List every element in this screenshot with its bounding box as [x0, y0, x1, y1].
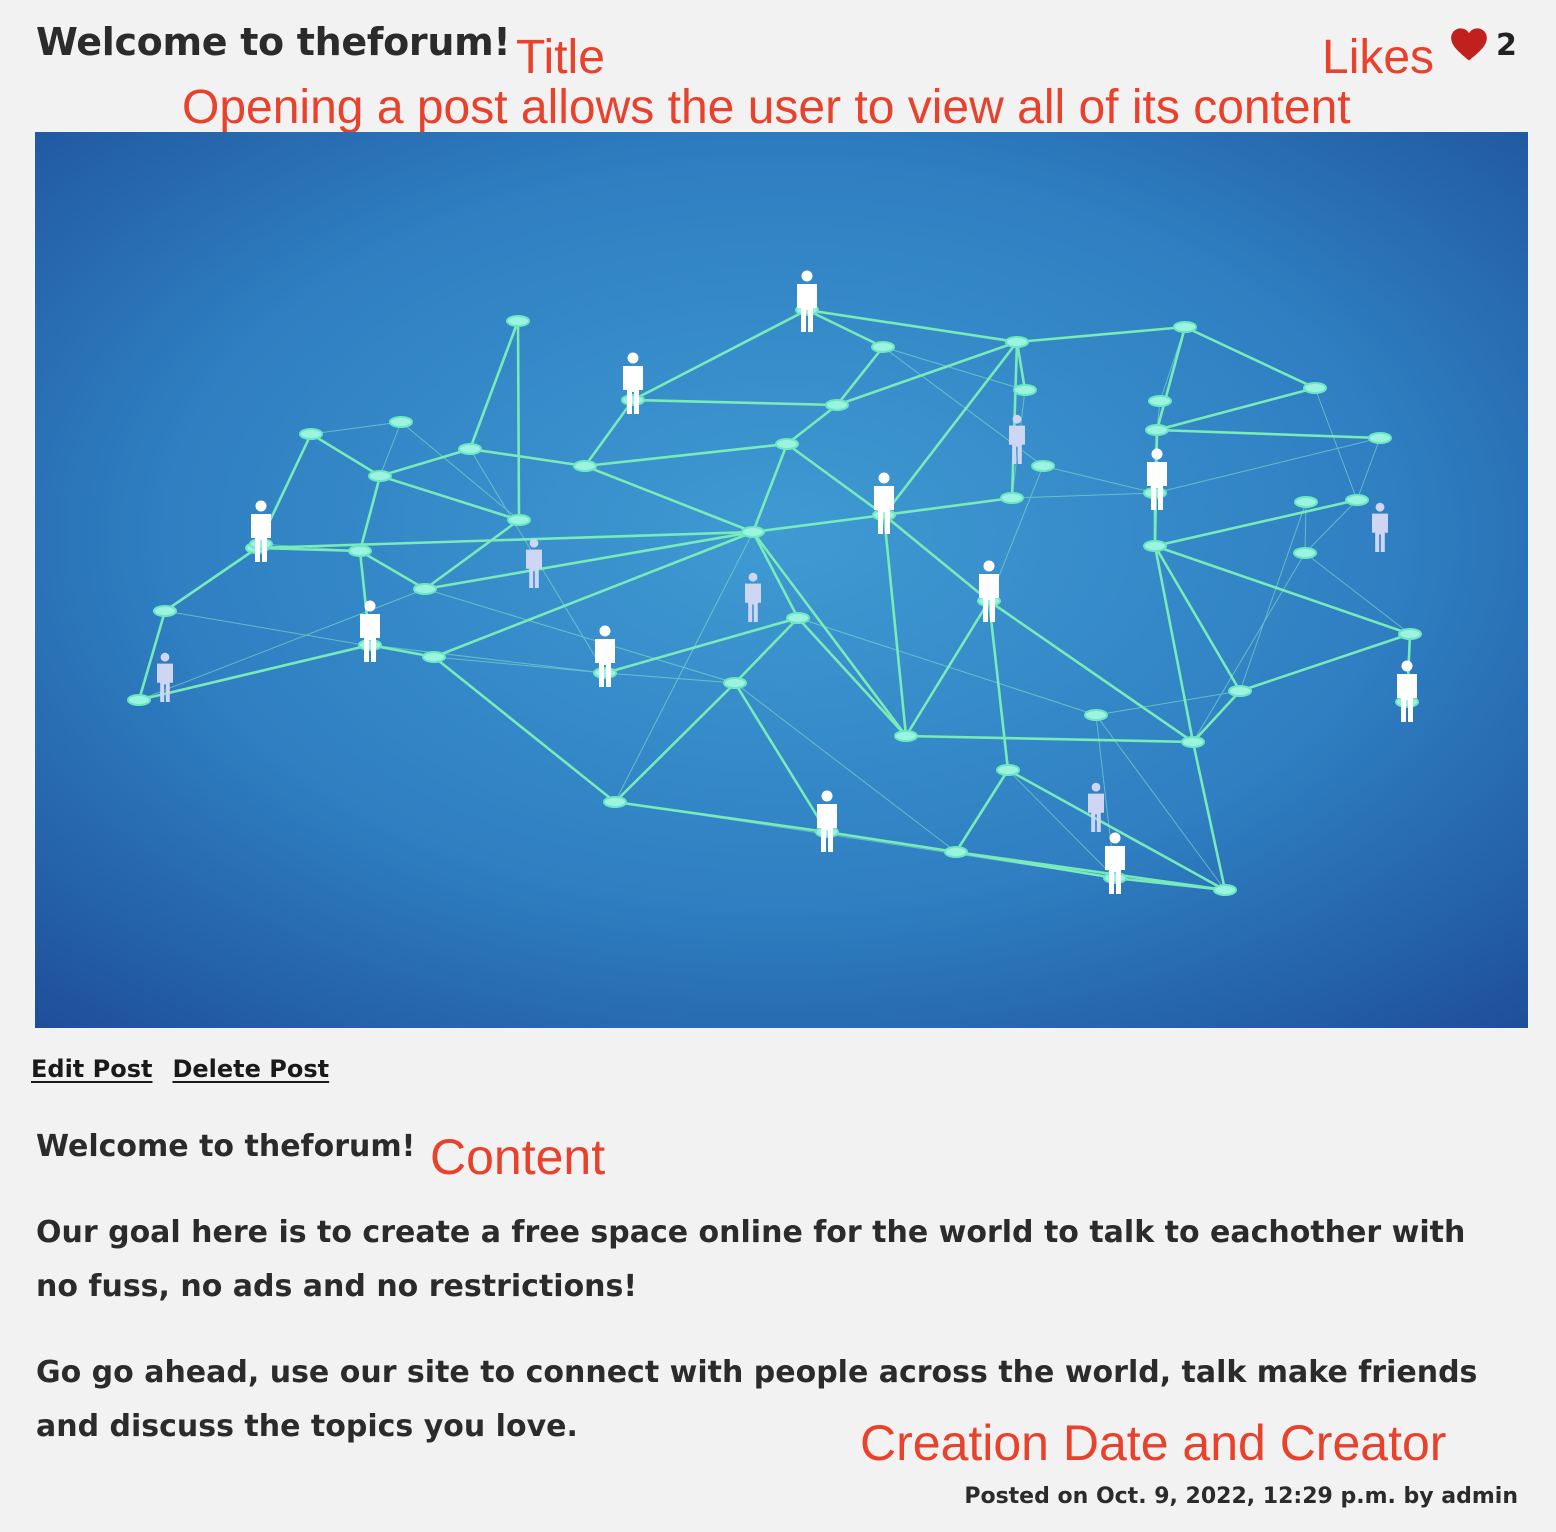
network-node	[1005, 336, 1029, 348]
content-greeting: Welcome to theforum!	[36, 1129, 416, 1164]
like-count: 2	[1496, 27, 1517, 63]
network-node	[348, 545, 372, 557]
network-node	[1013, 384, 1037, 396]
network-node	[1031, 460, 1055, 472]
network-node	[1145, 424, 1169, 436]
annotation-content: Content	[430, 1129, 606, 1185]
delete-post-link[interactable]: Delete Post	[172, 1055, 329, 1083]
network-node	[1213, 884, 1237, 896]
network-node	[507, 514, 531, 526]
network-node	[358, 639, 382, 651]
annotation-open-post: Opening a post allows the user to view a…	[182, 81, 1351, 134]
post-content: Welcome to theforum! Our goal here is to…	[36, 1120, 1516, 1454]
network-node	[1368, 432, 1392, 444]
network-node	[1303, 382, 1327, 394]
network-node	[1103, 872, 1127, 884]
network-node	[249, 538, 273, 550]
annotation-likes: Likes	[1322, 31, 1435, 84]
network-node	[1294, 496, 1318, 508]
post-image	[35, 132, 1528, 1028]
network-node	[389, 416, 413, 428]
post-meta: Posted on Oct. 9, 2022, 12:29 p.m. by ad…	[964, 1484, 1518, 1509]
annotation-creation: Creation Date and Creator	[860, 1415, 1447, 1471]
network-link	[516, 320, 521, 521]
edit-post-link[interactable]: Edit Post	[31, 1055, 152, 1083]
network-node	[422, 651, 446, 663]
network-node	[996, 764, 1020, 776]
network-node	[723, 677, 747, 689]
network-node	[621, 394, 645, 406]
post-actions: Edit Post Delete Post	[31, 1055, 329, 1083]
network-node	[458, 443, 482, 455]
network-node	[1398, 628, 1422, 640]
network-node	[944, 846, 968, 858]
network-node	[603, 796, 627, 808]
network-node	[593, 667, 617, 679]
network-node	[1000, 492, 1024, 504]
annotation-title: Title	[516, 31, 605, 84]
network-node	[1181, 736, 1205, 748]
network-node	[894, 730, 918, 742]
network-node	[871, 341, 895, 353]
network-node	[153, 605, 177, 617]
network-node	[1173, 321, 1197, 333]
network-node	[573, 460, 597, 472]
network-node	[1084, 709, 1108, 721]
network-node	[1143, 540, 1167, 552]
post-title: Welcome to theforum!	[36, 20, 511, 64]
network-node	[741, 526, 765, 538]
network-node	[1148, 395, 1172, 407]
network-node	[299, 428, 323, 440]
network-node	[1345, 494, 1369, 506]
network-node	[1293, 547, 1317, 559]
likes-control[interactable]: 2	[1450, 26, 1517, 64]
network-node	[1228, 685, 1252, 697]
network-node	[413, 583, 437, 595]
network-node	[775, 438, 799, 450]
heart-icon[interactable]	[1450, 26, 1488, 64]
network-node	[127, 694, 151, 706]
network-node	[506, 315, 530, 327]
content-paragraph: Our goal here is to create a free space …	[36, 1215, 1466, 1304]
network-node	[786, 612, 810, 624]
network-node	[368, 470, 392, 482]
network-node	[825, 399, 849, 411]
